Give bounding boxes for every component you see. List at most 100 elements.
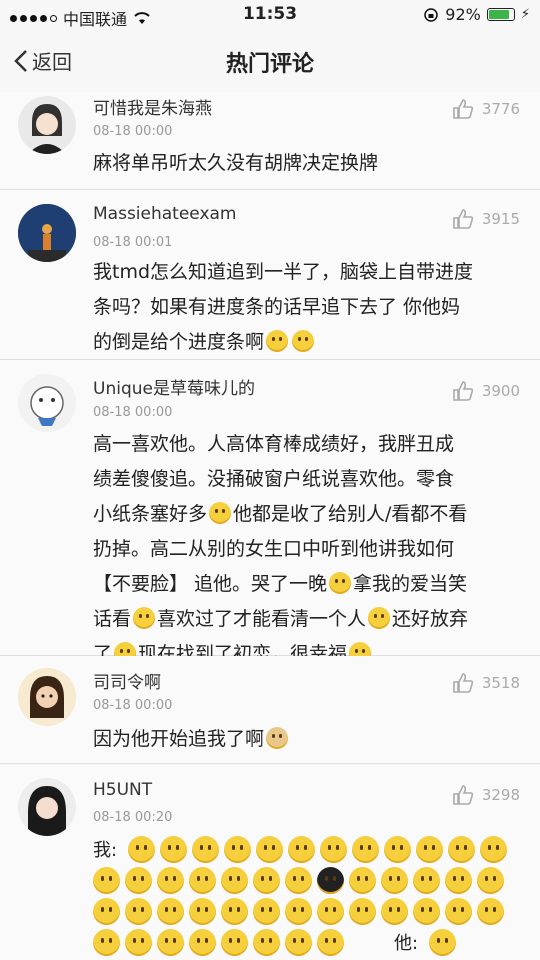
smile-emoji-icon [368,607,391,629]
comment-item: 司司令啊 08-18 00:00 3518 因为他开始追我了啊 [0,656,540,764]
comment-item: Massiehateexam 08-18 00:01 3915 我tmd怎么知道… [0,190,540,360]
comment-text-segment: 【不要脸】 追他。哭了一晚 [93,573,328,595]
like-button[interactable]: 3518 [452,672,520,694]
comment-text: 高一喜欢他。人高体育棒成绩好，我胖丑成 绩差傻傻追。没捅破窗户纸说喜欢他。零食 … [93,427,523,672]
like-button[interactable]: 3900 [452,380,520,402]
comment-date: 08-18 00:00 [93,698,173,713]
thumbs-up-icon [453,209,473,229]
emoji-icon [413,898,440,925]
emoji-icon [320,836,347,863]
comment-date: 08-18 00:01 [93,235,173,250]
like-button[interactable]: 3776 [452,98,520,120]
emoji-icon [157,929,184,956]
emoji-icon [429,929,456,956]
emoji-icon [445,867,472,894]
emoji-icon [253,929,280,956]
comment-line: 条吗？如果有进度条的话早追下去了 你他妈 [93,296,461,318]
emoji-icon [93,929,120,956]
comment-text-segment: 话看 [93,608,132,630]
doge-emoji-icon [266,727,289,749]
comment-line: 高一喜欢他。人高体育棒成绩好，我胖丑成 [93,433,455,455]
comment-author[interactable]: Massiehateexam [93,204,237,224]
battery-icon [486,8,515,21]
comment-author[interactable]: 司司令啊 [93,668,161,693]
emoji-icon [317,867,344,894]
like-count: 3518 [481,674,520,692]
emoji-icon [189,929,216,956]
comment-line: 我tmd怎么知道追到一半了，脑袋上自带进度 [93,261,474,283]
comment-item: H5UNT 08-18 00:20 3298 我: 他: [0,764,540,960]
emoji-icon [93,898,120,925]
comment-text-segment: 拿我的爱当笑 [353,573,468,595]
emoji-icon [384,836,411,863]
like-count: 3298 [481,786,520,804]
emoji-icon [317,898,344,925]
battery-percent: 92% [445,5,481,24]
emoji-icon [128,836,155,863]
comment-line: 【不要脸】 追他。哭了一晚 拿我的爱当笑 [93,567,523,602]
crying-emoji-icon [266,330,289,352]
comment-author[interactable]: H5UNT [93,780,152,800]
comment-item: Unique是草莓味儿的 08-18 00:00 3900 高一喜欢他。人高体育… [0,360,540,665]
emoji-icon [157,867,184,894]
emoji-icon [160,836,187,863]
comment-line: 扔掉。高二从别的女生口中听到他讲我如何 [93,538,455,560]
like-button[interactable]: 3298 [452,784,520,806]
emoji-grid: 我: 他: [93,836,513,960]
like-button[interactable]: 3915 [452,208,520,230]
avatar[interactable] [18,374,76,432]
emoji-icon [381,867,408,894]
emoji-icon [125,929,152,956]
emoji-row: 他: [93,929,513,956]
comment-date: 08-18 00:00 [93,405,173,420]
comment-line: 的倒是给个进度条啊 [93,325,523,360]
thumbs-up-icon [453,99,473,119]
emoji-icon [157,898,184,925]
emoji-row [93,898,513,925]
emoji-icon [93,867,120,894]
comment-date: 08-18 00:20 [93,810,173,825]
like-count: 3776 [481,100,520,118]
comment-text: 麻将单吊听太久没有胡牌决定换牌 [93,152,379,174]
emoji-icon [477,898,504,925]
emoji-icon [349,867,376,894]
comment-author[interactable]: 可惜我是朱海燕 [93,94,212,119]
angry-emoji-icon [292,330,315,352]
avatar[interactable] [18,778,76,836]
emoji-icon [253,898,280,925]
smile-emoji-icon [133,607,156,629]
emoji-icon [416,836,443,863]
emoji-icon [381,898,408,925]
comment-line: 话看 喜欢过了才能看清一个人 还好放弃 [93,602,523,637]
emoji-row: 我: [93,836,513,863]
comment-author[interactable]: Unique是草莓味儿的 [93,374,255,399]
me-label: 我: [93,840,118,861]
comment-date: 08-18 00:00 [93,124,173,139]
emoji-icon [352,836,379,863]
comment-text-segment: 的倒是给个进度条啊 [93,331,265,353]
emoji-icon [317,929,344,956]
emoji-icon [288,836,315,863]
rotation-lock-icon [424,7,439,22]
emoji-icon [224,836,251,863]
comment-text-segment: 因为他开始追我了啊 [93,728,265,750]
emoji-icon [221,898,248,925]
emoji-row [93,867,513,894]
comment-text-segment: 小纸条塞好多 [93,503,208,525]
emoji-icon [221,867,248,894]
avatar[interactable] [18,96,76,154]
charging-icon: ⚡ [520,7,530,22]
avatar[interactable] [18,668,76,726]
like-count: 3900 [481,382,520,400]
emoji-icon [253,867,280,894]
emoji-icon [413,867,440,894]
avatar[interactable] [18,204,76,262]
comment-item: 可惜我是朱海燕 08-18 00:00 3776 麻将单吊听太久没有胡牌决定换牌 [0,92,540,190]
like-count: 3915 [481,210,520,228]
status-bar: 中国联通 11:53 92% ⚡ [0,0,540,30]
comment-text-segment: 还好放弃 [392,608,469,630]
comment-text-segment: 喜欢过了才能看清一个人 [157,608,367,630]
thumbs-up-icon [453,673,473,693]
emoji-icon [285,867,312,894]
comment-line: 小纸条塞好多 他都是收了给别人/看都不看 [93,497,523,532]
